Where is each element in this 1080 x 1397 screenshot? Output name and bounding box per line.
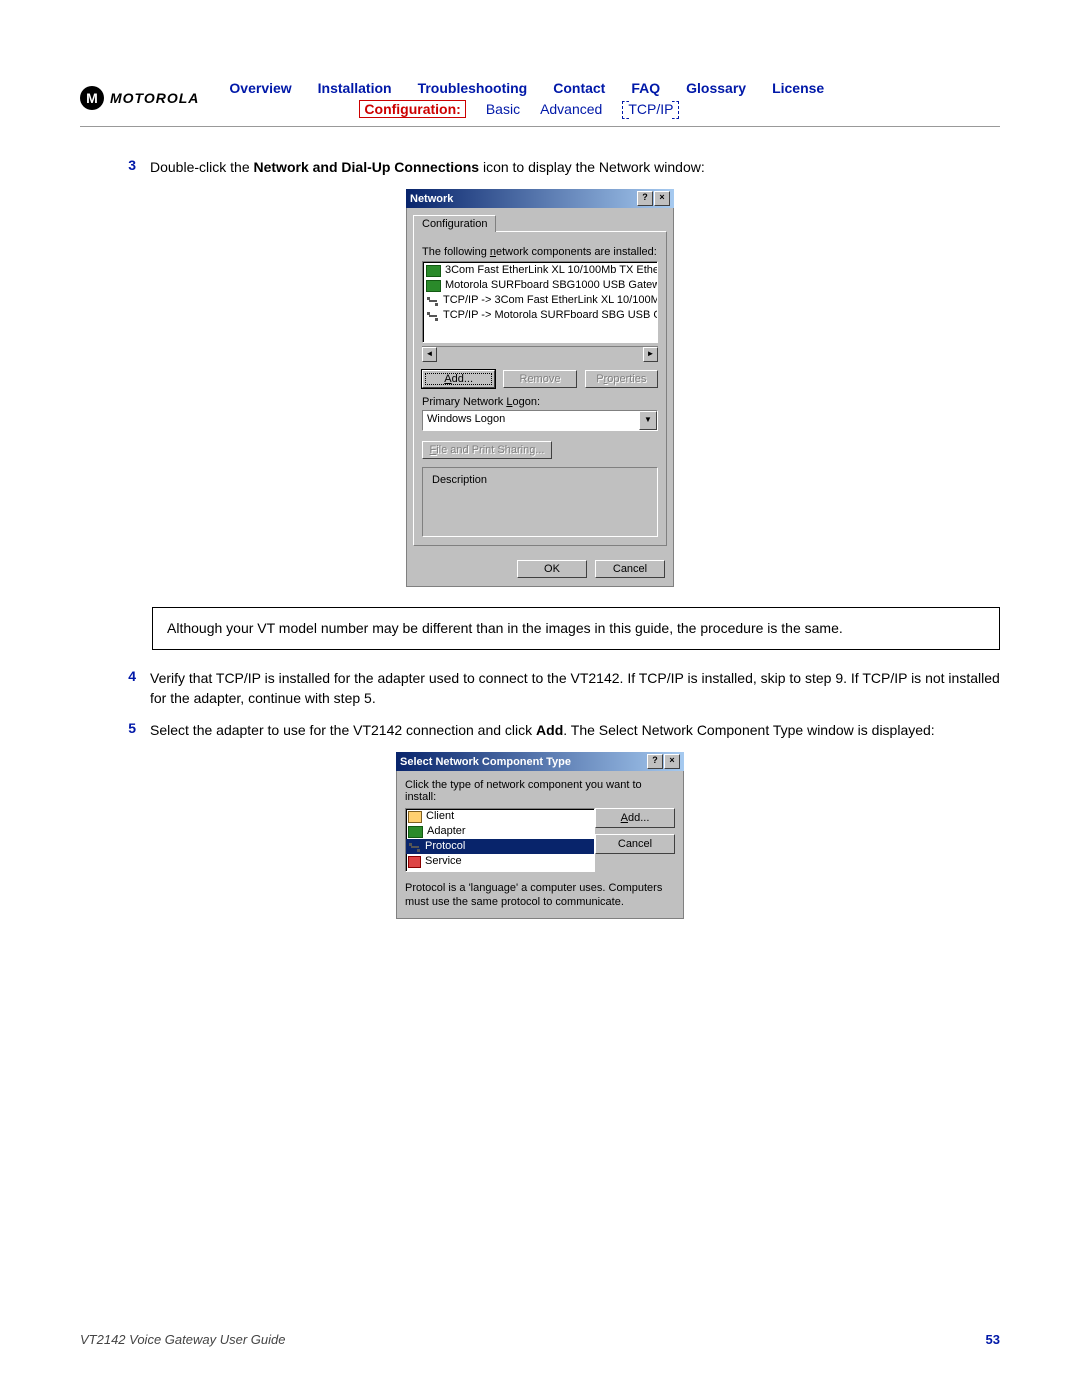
brand-logo: M MOTOROLA (80, 86, 199, 110)
text-fragment: Select the adapter to use for the VT2142… (150, 722, 536, 738)
sub-nav: Configuration: Basic Advanced TCP/IP (359, 100, 824, 118)
properties-button: Properties (585, 370, 658, 388)
text-bold: Add (536, 722, 563, 738)
step-number: 5 (120, 720, 136, 740)
list-item-label: Service (425, 854, 462, 869)
list-item-client[interactable]: Client (406, 809, 594, 824)
list-item[interactable]: TCP/IP -> Motorola SURFboard SBG USB Gat… (424, 308, 656, 323)
client-icon (408, 811, 422, 823)
adapter-icon (426, 265, 441, 277)
add-button[interactable]: Add... (422, 370, 495, 388)
tab-configuration[interactable]: Configuration (413, 215, 496, 232)
service-icon (408, 856, 421, 868)
nav-contact[interactable]: Contact (553, 80, 605, 96)
text-fragment: Double-click the (150, 159, 254, 175)
dialog-titlebar: Network ? × (406, 189, 674, 208)
add-button[interactable]: Add... (595, 808, 675, 828)
motorola-emblem-icon: M (80, 86, 104, 110)
ok-button[interactable]: OK (517, 560, 587, 578)
step-5: 5 Select the adapter to use for the VT21… (80, 720, 1000, 740)
help-button-icon[interactable]: ? (637, 191, 653, 206)
cancel-button[interactable]: Cancel (595, 834, 675, 854)
network-dialog: Network ? × Configuration The following … (406, 189, 674, 587)
list-item-label: Client (426, 809, 454, 824)
component-type-label: Click the type of network component you … (405, 779, 675, 803)
list-item-adapter[interactable]: Adapter (406, 824, 594, 839)
nav-installation[interactable]: Installation (318, 80, 392, 96)
component-description: Protocol is a 'language' a computer uses… (405, 872, 675, 910)
nav-glossary[interactable]: Glossary (686, 80, 746, 96)
subnav-tcpip-current: TCP/IP (622, 101, 679, 117)
help-button-icon[interactable]: ? (647, 754, 663, 769)
components-listbox[interactable]: 3Com Fast EtherLink XL 10/100Mb TX Ether… (422, 261, 658, 343)
list-item[interactable]: TCP/IP -> 3Com Fast EtherLink XL 10/100M… (424, 293, 656, 308)
list-item-label: Adapter (427, 824, 466, 839)
list-item-service[interactable]: Service (406, 854, 594, 869)
step-number: 3 (120, 157, 136, 177)
nav-faq[interactable]: FAQ (631, 80, 660, 96)
list-item-label: TCP/IP -> 3Com Fast EtherLink XL 10/100M… (443, 293, 658, 308)
adapter-icon (426, 280, 441, 292)
step-3: 3 Double-click the Network and Dial-Up C… (80, 157, 1000, 177)
description-group-label: Description (429, 474, 490, 486)
dropdown-arrow-icon[interactable]: ▼ (639, 411, 657, 430)
protocol-icon (408, 842, 421, 852)
protocol-icon (426, 296, 439, 306)
list-item[interactable]: Motorola SURFboard SBG1000 USB Gateway (424, 278, 656, 293)
nav-troubleshooting[interactable]: Troubleshooting (418, 80, 528, 96)
adapter-icon (408, 826, 423, 838)
nav-license[interactable]: License (772, 80, 824, 96)
select-component-dialog: Select Network Component Type ? × Click … (396, 752, 684, 919)
step-4: 4 Verify that TCP/IP is installed for th… (80, 668, 1000, 709)
footer-page-number: 53 (986, 1332, 1000, 1347)
step-number: 4 (120, 668, 136, 709)
list-item-label: Protocol (425, 839, 465, 854)
list-item-label: TCP/IP -> Motorola SURFboard SBG USB Gat… (443, 308, 658, 323)
close-button-icon[interactable]: × (664, 754, 680, 769)
note-callout: Although your VT model number may be dif… (152, 607, 1000, 649)
header-divider (80, 126, 1000, 127)
brand-name: MOTOROLA (110, 90, 199, 106)
subnav-advanced[interactable]: Advanced (540, 101, 602, 117)
text-bold: Network and Dial-Up Connections (254, 159, 480, 175)
scroll-left-icon[interactable]: ◄ (422, 347, 437, 362)
primary-logon-label: Primary Network Logon: (422, 396, 658, 408)
horizontal-scrollbar[interactable]: ◄ ► (422, 346, 658, 362)
component-type-listbox[interactable]: Client Adapter Protocol Service (405, 808, 595, 872)
dialog-title: Select Network Component Type (400, 756, 571, 768)
step-text: Select the adapter to use for the VT2142… (150, 720, 1000, 740)
combo-value: Windows Logon (423, 411, 639, 430)
list-item-protocol[interactable]: Protocol (406, 839, 594, 854)
text-fragment: icon to display the Network window: (479, 159, 705, 175)
subnav-basic[interactable]: Basic (486, 101, 520, 117)
cancel-button[interactable]: Cancel (595, 560, 665, 578)
file-print-sharing-button: File and Print Sharing... (422, 441, 552, 459)
primary-logon-combo[interactable]: Windows Logon ▼ (422, 410, 658, 431)
text-fragment: . The Select Network Component Type wind… (563, 722, 934, 738)
top-nav: Overview Installation Troubleshooting Co… (229, 80, 824, 96)
list-item[interactable]: 3Com Fast EtherLink XL 10/100Mb TX Ether… (424, 263, 656, 278)
footer-doc-title: VT2142 Voice Gateway User Guide (80, 1332, 285, 1347)
list-item-label: 3Com Fast EtherLink XL 10/100Mb TX Ether… (445, 263, 658, 278)
components-label: The following network components are ins… (422, 246, 658, 258)
remove-button: Remove (503, 370, 576, 388)
protocol-icon (426, 311, 439, 321)
step-text: Double-click the Network and Dial-Up Con… (150, 157, 1000, 177)
scroll-right-icon[interactable]: ► (643, 347, 658, 362)
subnav-configuration-current: Configuration: (359, 100, 465, 118)
logo-letter: M (86, 90, 98, 106)
dialog-titlebar: Select Network Component Type ? × (396, 752, 684, 771)
nav-overview[interactable]: Overview (229, 80, 291, 96)
dialog-title: Network (410, 193, 453, 205)
step-text: Verify that TCP/IP is installed for the … (150, 668, 1000, 709)
list-item-label: Motorola SURFboard SBG1000 USB Gateway (445, 278, 658, 293)
close-button-icon[interactable]: × (654, 191, 670, 206)
